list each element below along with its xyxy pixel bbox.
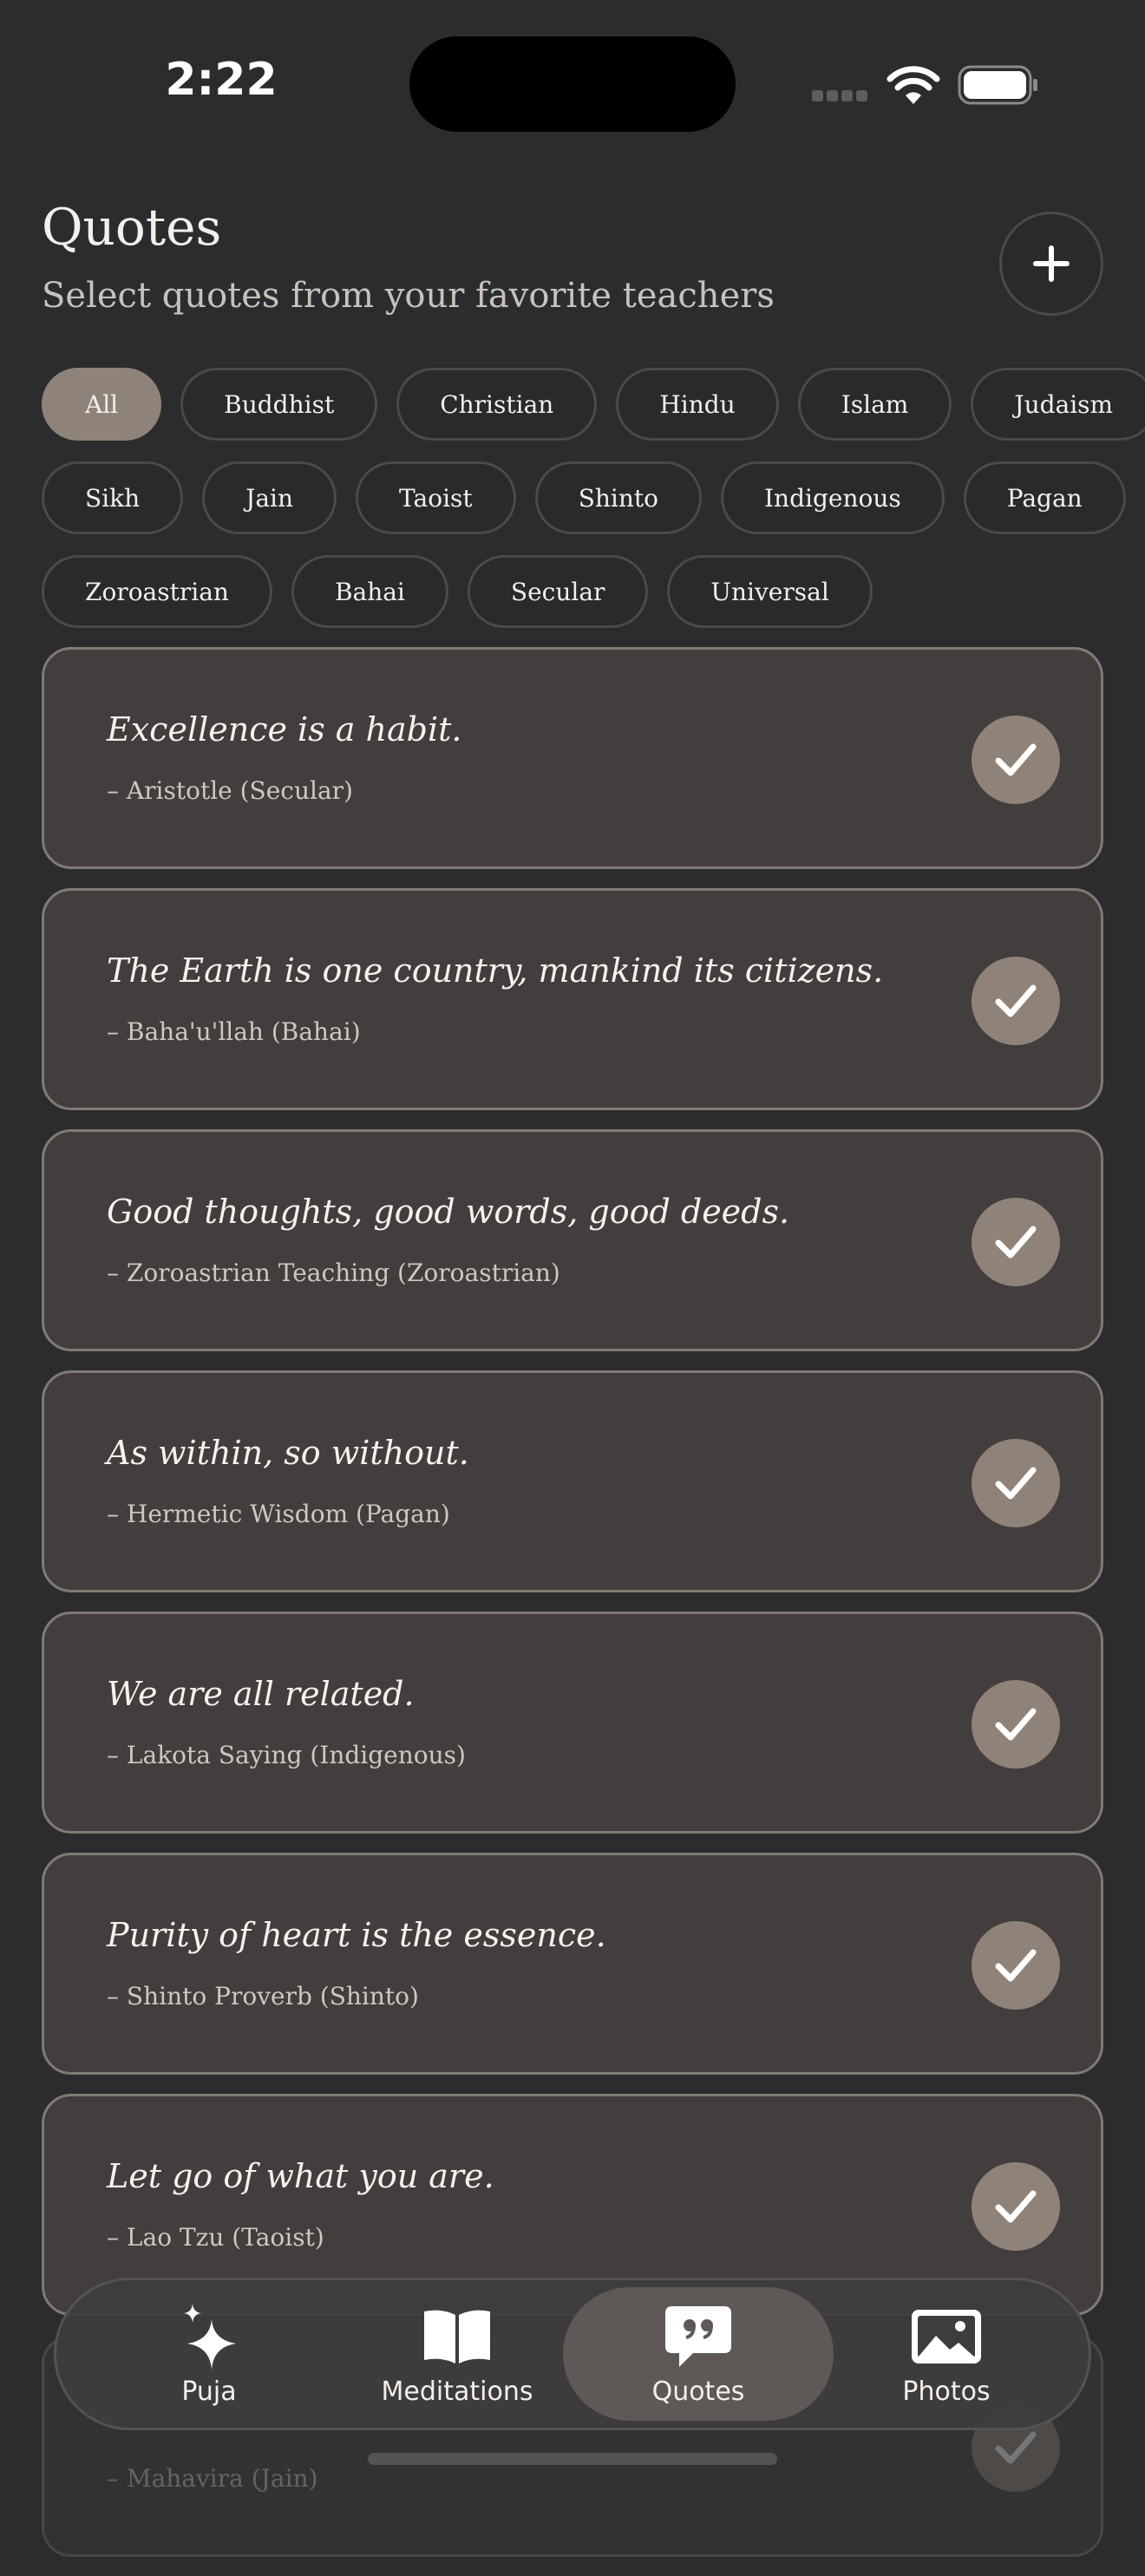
page-title: Quotes bbox=[42, 198, 222, 257]
filter-chip-islam[interactable]: Islam bbox=[797, 368, 952, 441]
tab-bar: Puja Meditations Quotes Photos bbox=[54, 2278, 1091, 2430]
tab-meditations[interactable]: Meditations bbox=[322, 2287, 592, 2421]
tab-label: Photos bbox=[902, 2376, 991, 2407]
select-quote-toggle[interactable] bbox=[972, 1439, 1060, 1527]
filter-chip-shinto[interactable]: Shinto bbox=[534, 461, 702, 534]
dynamic-island bbox=[409, 36, 736, 132]
filter-chip-all[interactable]: All bbox=[42, 368, 162, 441]
quote-text: Good thoughts, good words, good deeds. bbox=[107, 1193, 790, 1231]
filter-chip-judaism[interactable]: Judaism bbox=[971, 368, 1145, 441]
select-quote-toggle[interactable] bbox=[972, 716, 1060, 804]
quote-text: As within, so without. bbox=[107, 1434, 469, 1472]
quote-text: Purity of heart is the essence. bbox=[107, 1916, 606, 1954]
quote-card[interactable]: As within, so without. – Hermetic Wisdom… bbox=[42, 1370, 1103, 1592]
quote-card[interactable]: Excellence is a habit. – Aristotle (Secu… bbox=[42, 647, 1103, 869]
quote-author: – Baha'u'llah (Bahai) bbox=[107, 1017, 361, 1046]
checkmark-icon bbox=[995, 2431, 1037, 2464]
quote-card[interactable]: Good thoughts, good words, good deeds. –… bbox=[42, 1129, 1103, 1351]
filter-chip-secular[interactable]: Secular bbox=[467, 555, 649, 628]
checkmark-icon bbox=[995, 743, 1037, 776]
checkmark-icon bbox=[995, 2190, 1037, 2223]
filter-chip-zoroastrian[interactable]: Zoroastrian bbox=[42, 555, 272, 628]
filter-chip-christian[interactable]: Christian bbox=[396, 368, 598, 441]
quote-text: The Earth is one country, mankind its ci… bbox=[107, 951, 884, 990]
filter-chip-jain[interactable]: Jain bbox=[202, 461, 337, 534]
quote-card[interactable]: We are all related. – Lakota Saying (Ind… bbox=[42, 1612, 1103, 1834]
quote-text: Excellence is a habit. bbox=[107, 710, 462, 749]
quote-author: – Lao Tzu (Taoist) bbox=[107, 2223, 324, 2252]
quote-text: Let go of what you are. bbox=[107, 2157, 494, 2195]
tab-label: Meditations bbox=[381, 2376, 533, 2407]
quote-author: – Lakota Saying (Indigenous) bbox=[107, 1741, 466, 1769]
filter-chip-hindu[interactable]: Hindu bbox=[616, 368, 779, 441]
quote-text: We are all related. bbox=[107, 1675, 415, 1713]
page-subtitle: Select quotes from your favorite teacher… bbox=[42, 276, 775, 316]
select-quote-toggle[interactable] bbox=[972, 1921, 1060, 2010]
filter-chip-pagan[interactable]: Pagan bbox=[963, 461, 1126, 534]
cellular-signal-icon bbox=[812, 88, 871, 105]
filter-chip-bahai[interactable]: Bahai bbox=[291, 555, 448, 628]
quote-author: – Zoroastrian Teaching (Zoroastrian) bbox=[107, 1259, 560, 1287]
tab-quotes[interactable]: Quotes bbox=[563, 2287, 834, 2421]
tab-label: Quotes bbox=[651, 2376, 745, 2407]
battery-icon bbox=[958, 65, 1037, 105]
checkmark-icon bbox=[995, 1708, 1037, 1741]
filter-chip-universal[interactable]: Universal bbox=[667, 555, 873, 628]
wifi-icon bbox=[887, 66, 940, 104]
select-quote-toggle[interactable] bbox=[972, 2162, 1060, 2251]
home-indicator bbox=[368, 2453, 777, 2465]
select-quote-toggle[interactable] bbox=[972, 1680, 1060, 1769]
checkmark-icon bbox=[995, 1949, 1037, 1982]
photo-icon bbox=[912, 2309, 981, 2364]
book-icon bbox=[424, 2310, 490, 2364]
tab-label: Puja bbox=[181, 2376, 237, 2407]
checkmark-icon bbox=[995, 1467, 1037, 1500]
filter-chip-indigenous[interactable]: Indigenous bbox=[721, 461, 945, 534]
quote-author: – Mahavira (Jain) bbox=[107, 2464, 318, 2493]
select-quote-toggle[interactable] bbox=[972, 1198, 1060, 1286]
quote-author: – Shinto Proverb (Shinto) bbox=[107, 1982, 419, 2010]
sparkles-icon bbox=[184, 2303, 236, 2370]
quote-card[interactable]: The Earth is one country, mankind its ci… bbox=[42, 888, 1103, 1110]
plus-icon bbox=[1033, 245, 1070, 282]
add-quote-button[interactable] bbox=[999, 212, 1103, 316]
tab-photos[interactable]: Photos bbox=[811, 2287, 1082, 2421]
tab-puja[interactable]: Puja bbox=[74, 2287, 344, 2421]
filter-chip-sikh[interactable]: Sikh bbox=[42, 461, 184, 534]
quote-bubble-icon bbox=[665, 2305, 731, 2367]
status-time: 2:22 bbox=[165, 54, 278, 106]
category-filter-chips: All Buddhist Christian Hindu Islam Judai… bbox=[42, 368, 1145, 649]
filter-chip-taoist[interactable]: Taoist bbox=[356, 461, 516, 534]
quote-author: – Hermetic Wisdom (Pagan) bbox=[107, 1500, 450, 1528]
checkmark-icon bbox=[995, 984, 1037, 1017]
select-quote-toggle[interactable] bbox=[972, 957, 1060, 1045]
quote-author: – Aristotle (Secular) bbox=[107, 776, 353, 805]
filter-chip-buddhist[interactable]: Buddhist bbox=[180, 368, 378, 441]
checkmark-icon bbox=[995, 1226, 1037, 1259]
quote-card[interactable]: Purity of heart is the essence. – Shinto… bbox=[42, 1853, 1103, 2075]
